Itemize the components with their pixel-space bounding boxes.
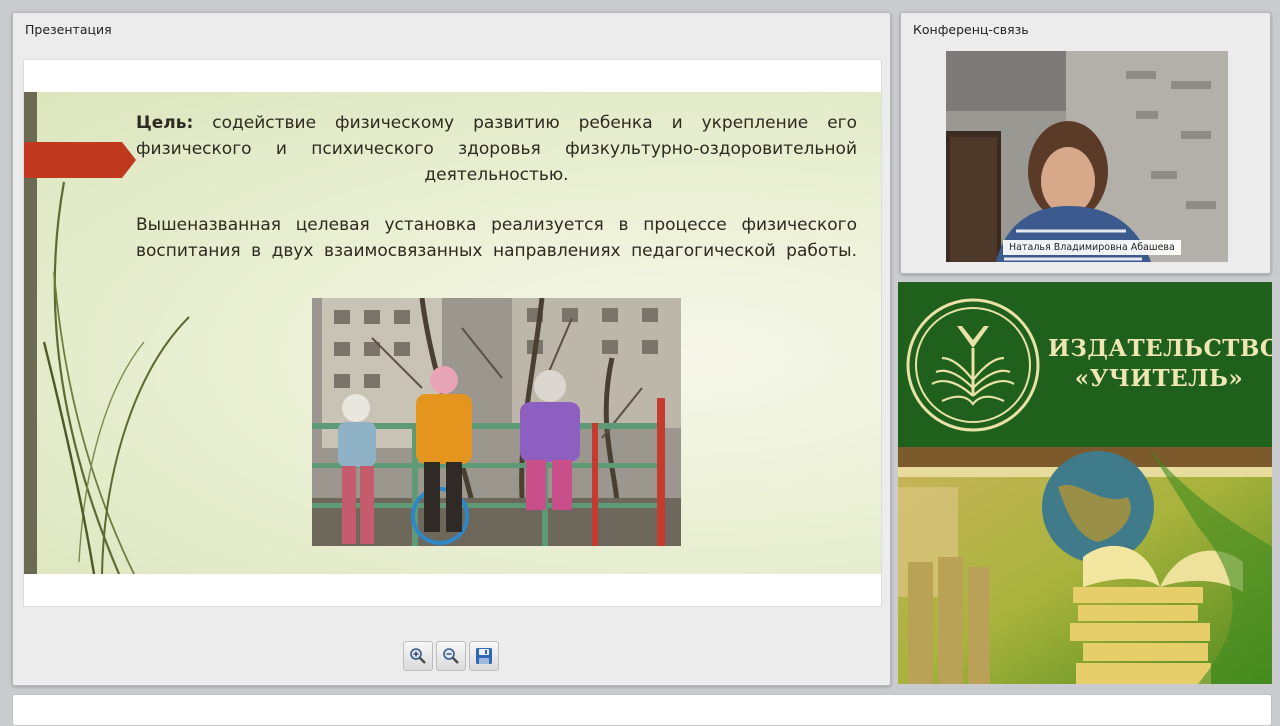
save-button[interactable]: [469, 641, 499, 671]
banner-header: ИЗДАТЕЛЬСТВО «УЧИТЕЛЬ»: [898, 282, 1272, 447]
zoom-in-icon: [410, 648, 426, 664]
zoom-in-button[interactable]: [403, 641, 433, 671]
speaker-name-label: Наталья Владимировна Абашева: [1003, 240, 1181, 255]
zoom-out-button[interactable]: [436, 641, 466, 671]
publisher-logo: [906, 298, 1040, 432]
bottom-panel: [12, 694, 1272, 726]
slide-goal-text: Цель: содействие физическому развитию ре…: [136, 110, 857, 188]
publisher-name-line1: ИЗДАТЕЛЬСТВО: [1048, 335, 1272, 362]
conference-panel-title: Конференц-связь: [913, 22, 1029, 37]
slide-viewer[interactable]: Цель: содействие физическому развитию ре…: [23, 59, 882, 607]
publisher-banner[interactable]: ИЗДАТЕЛЬСТВО «УЧИТЕЛЬ»: [898, 282, 1272, 684]
slide-goal-label: Цель:: [136, 113, 194, 133]
publisher-name: ИЗДАТЕЛЬСТВО «УЧИТЕЛЬ»: [1048, 334, 1272, 394]
publisher-name-line2: «УЧИТЕЛЬ»: [1074, 365, 1244, 392]
conference-panel: Конференц-связь Наталья Владимировна Аба…: [900, 12, 1271, 274]
slide: Цель: содействие физическому развитию ре…: [24, 92, 881, 574]
slide-realized-text: Вышеназванная целевая установка реализуе…: [136, 215, 857, 261]
slide-photo-children-playground: [312, 298, 681, 546]
save-icon: [476, 648, 492, 664]
banner-books-image: [898, 447, 1272, 684]
video-feed[interactable]: Наталья Владимировна Абашева: [946, 51, 1228, 262]
slide-arrow-shape: [24, 142, 136, 178]
zoom-out-icon: [443, 648, 459, 664]
slide-goal-body: содействие физическому развитию ребенка …: [136, 113, 857, 185]
presentation-panel: Презентация Цель: содействие физическому…: [12, 12, 891, 686]
presentation-panel-title: Презентация: [25, 22, 112, 37]
